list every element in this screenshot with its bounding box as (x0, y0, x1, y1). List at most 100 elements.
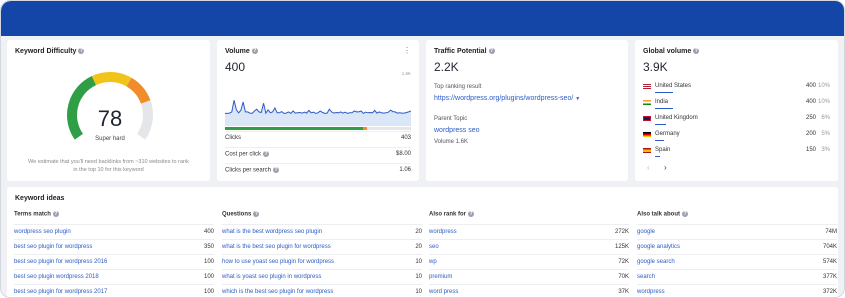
keyword-row: which is the best seo plugin for wordpre… (222, 284, 422, 297)
keyword-volume: 372K (822, 289, 837, 295)
prev-arrow-icon[interactable]: ‹ (647, 163, 650, 172)
country-name: United Kingdom (655, 115, 698, 121)
volume-card: Volume? ⋮ 400 1.6K Clicks 403 Cost per c… (217, 40, 419, 181)
keyword-row: wordpress 272K (429, 224, 629, 239)
volume-axis-max: 1.6K (401, 71, 411, 76)
keyword-volume: 10 (415, 274, 422, 280)
flag-de-icon (643, 132, 651, 137)
keyword-link[interactable]: wordpress (637, 289, 665, 295)
keyword-difficulty-title-text: Keyword Difficulty (15, 48, 77, 55)
volume-value: 400 (225, 60, 246, 74)
top-result-url[interactable]: https://wordpress.org/plugins/wordpress-… (434, 95, 573, 102)
column-header: Also talk about? (637, 211, 689, 218)
top-result-link[interactable]: https://wordpress.org/plugins/wordpress-… (434, 95, 580, 102)
parent-topic-volume: Volume 1.6K (434, 139, 469, 145)
keyword-row: best seo plugin wordpress 2018 100 (14, 269, 214, 284)
keyword-row: what is yoast seo plugin in wordpress 10 (222, 269, 422, 284)
keyword-link[interactable]: wordpress (429, 229, 457, 235)
keyword-link[interactable]: what is yoast seo plugin in wordpress (222, 274, 321, 280)
keyword-link[interactable]: google (637, 229, 655, 235)
global-volume-title-text: Global volume (643, 48, 692, 55)
column-header-text: Also talk about (637, 211, 681, 218)
keyword-row: how to use yoast seo plugin for wordpres… (222, 254, 422, 269)
keyword-row: what is the best seo plugin for wordpres… (222, 239, 422, 254)
country-volume: 400 (805, 83, 816, 89)
keyword-volume: 574K (822, 259, 837, 265)
keyword-volume: 20 (415, 229, 422, 235)
keyword-link[interactable]: google search (637, 259, 675, 265)
flag-in-icon (643, 100, 651, 105)
country-list: United States 400 10% India 400 10% United Kin… (635, 80, 838, 160)
keyword-difficulty-title: Keyword Difficulty? (15, 48, 85, 55)
keyword-row: google analytics 704K (637, 239, 837, 254)
country-volume: 250 (805, 115, 816, 121)
keyword-link[interactable]: best seo plugin for wordpress (14, 244, 92, 250)
volume-row-clicks: Clicks 403 (225, 131, 411, 143)
keyword-difficulty-card: Keyword Difficulty? 78 Super hard We est… (7, 40, 210, 181)
country-row: India 400 10% (643, 96, 830, 112)
keyword-row: wordpress seo plugin 400 (14, 224, 214, 239)
keyword-volume: 125K (614, 244, 629, 250)
difficulty-note: We estimate that you'll need backlinks f… (15, 158, 202, 174)
clicks-bar-organic (225, 127, 363, 130)
row-label: Clicks (225, 135, 241, 141)
keyword-link[interactable]: what is the best seo plugin for wordpres… (222, 244, 331, 250)
country-share-bar (655, 124, 666, 125)
keyword-link[interactable]: which is the best seo plugin for wordpre… (222, 289, 333, 295)
info-icon[interactable]: ? (251, 48, 258, 55)
keyword-link[interactable]: google analytics (637, 244, 680, 250)
keyword-link[interactable]: how to use yoast seo plugin for wordpres… (222, 259, 334, 265)
keyword-link[interactable]: wordpress seo plugin (14, 229, 71, 235)
keyword-row: word press 37K (429, 284, 629, 297)
chevron-down-icon[interactable]: ▼ (575, 96, 580, 102)
keyword-row: best seo plugin for wordpress 350 (14, 239, 214, 254)
country-percent: 10% (817, 99, 830, 105)
keyword-volume: 10 (415, 289, 422, 295)
global-volume-value: 3.9K (643, 60, 668, 74)
info-icon[interactable]: ? (468, 211, 475, 217)
keyword-link[interactable]: premium (429, 274, 452, 280)
keyword-volume: 70K (618, 274, 629, 280)
next-arrow-icon[interactable]: › (664, 163, 667, 172)
keyword-row: wp 72K (429, 254, 629, 269)
volume-row-cps: Clicks per search? 1.06 (225, 163, 411, 175)
country-volume: 400 (805, 99, 816, 105)
gauge-segment-yellow (91, 72, 132, 87)
clicks-bar-paid (363, 127, 367, 130)
info-icon[interactable]: ? (263, 151, 270, 157)
keyword-link[interactable]: best seo plugin for wordpress 2016 (14, 259, 107, 265)
info-icon[interactable]: ? (52, 211, 59, 217)
cps-label: Clicks per search (225, 167, 272, 174)
keyword-link[interactable]: search (637, 274, 655, 280)
country-share-bar (655, 92, 673, 93)
keyword-volume: 350 (203, 244, 214, 250)
volume-title-text: Volume (225, 48, 250, 55)
info-icon[interactable]: ? (682, 211, 689, 217)
country-percent: 3% (821, 147, 830, 153)
keyword-link[interactable]: what is the best wordpress seo plugin (222, 229, 322, 235)
global-volume-card: Global volume? 3.9K United States 400 10% I… (635, 40, 838, 181)
parent-topic-link[interactable]: wordpress seo (434, 127, 480, 134)
gauge-track (136, 100, 153, 140)
keyword-row: google search 574K (637, 254, 837, 269)
info-icon[interactable]: ? (253, 211, 260, 217)
country-share-bar (655, 156, 660, 157)
country-share-bar (655, 108, 673, 109)
keyword-link[interactable]: seo (429, 244, 439, 250)
keyword-link[interactable]: best seo plugin for wordpress 2017 (14, 289, 107, 295)
keyword-link[interactable]: wp (429, 259, 437, 265)
info-icon[interactable]: ? (693, 48, 700, 55)
country-name: Spain (655, 147, 671, 153)
traffic-potential-title-text: Traffic Potential (434, 48, 487, 55)
country-row: Spain 150 3% (643, 144, 830, 160)
more-options-icon[interactable]: ⋮ (403, 46, 411, 55)
keyword-row: search 377K (637, 269, 837, 284)
country-volume: 200 (805, 131, 816, 137)
info-icon[interactable]: ? (273, 167, 280, 173)
info-icon[interactable]: ? (78, 48, 85, 55)
keyword-link[interactable]: word press (429, 289, 458, 295)
country-row: Germany 200 5% (643, 128, 830, 144)
keyword-link[interactable]: best seo plugin wordpress 2018 (14, 274, 99, 280)
app-frame: Keyword Difficulty? 78 Super hard We est… (0, 0, 845, 298)
info-icon[interactable]: ? (488, 48, 495, 55)
